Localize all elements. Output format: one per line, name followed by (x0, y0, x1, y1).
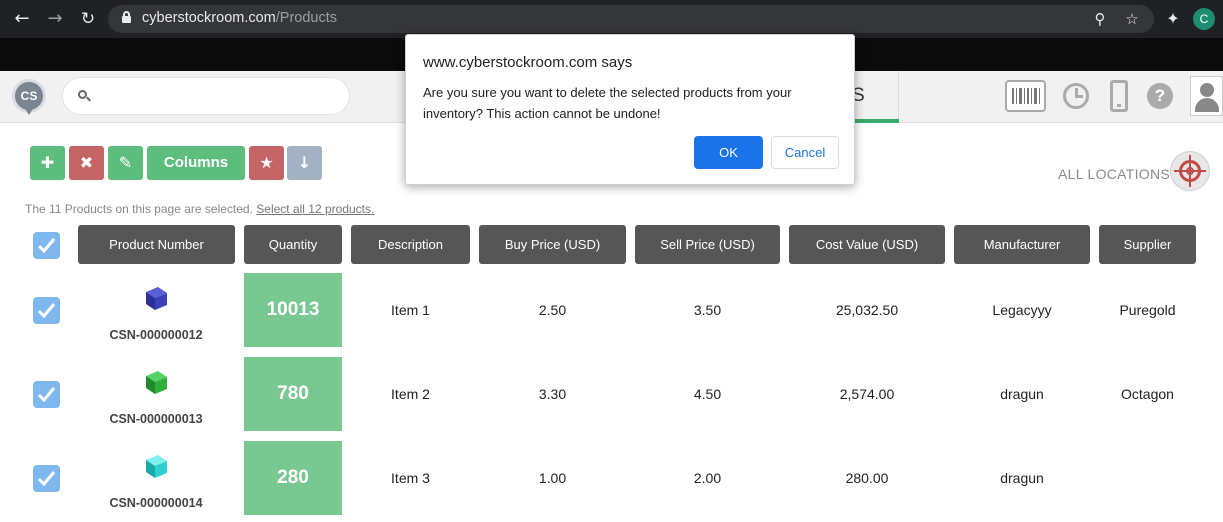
url-path: /Products (275, 10, 338, 26)
search-box[interactable] (62, 77, 350, 115)
column-header-quantity[interactable]: Quantity (244, 225, 342, 264)
column-header-description[interactable]: Description (351, 225, 470, 264)
manufacturer-cell: dragun (1000, 386, 1044, 402)
lock-icon (122, 11, 131, 23)
plus-icon: ✚ (40, 153, 55, 172)
checkmark-icon (37, 238, 56, 254)
manufacturer-cell: dragun (1000, 470, 1044, 486)
product-number[interactable]: CSN-000000013 (78, 412, 234, 426)
cost-value-cell: 25,032.50 (835, 302, 899, 318)
manufacturer-cell: Legacyyy (992, 302, 1052, 318)
back-arrow-icon[interactable]: ← (10, 7, 34, 31)
help-icon[interactable]: ? (1147, 83, 1173, 109)
row-checkbox[interactable] (33, 381, 60, 408)
product-number[interactable]: CSN-000000012 (78, 328, 234, 342)
mobile-phone-icon[interactable] (1110, 80, 1128, 112)
address-bar[interactable]: cyberstockroom.com/Products ⚲ ☆ (108, 5, 1154, 33)
edit-product-button[interactable]: ✎ (108, 146, 143, 180)
checkmark-icon (37, 303, 56, 319)
locations-filter[interactable]: ALL LOCATIONS (1058, 166, 1170, 182)
sell-price-cell: 4.50 (693, 386, 722, 402)
selection-note: The 11 Products on this page are selecte… (25, 202, 374, 216)
star-icon: ★ (259, 153, 274, 172)
description-cell: Item 3 (391, 470, 430, 486)
sell-price-cell: 3.50 (693, 302, 722, 318)
add-product-button[interactable]: ✚ (30, 146, 65, 180)
column-header-cost-value[interactable]: Cost Value (USD) (789, 225, 945, 264)
column-header-sell-price[interactable]: Sell Price (USD) (635, 225, 780, 264)
url-host: cyberstockroom.com (142, 10, 276, 26)
supplier-cell: Octagon (1121, 386, 1174, 402)
cancel-button[interactable]: Cancel (771, 136, 839, 169)
download-button[interactable]: ↓ (287, 146, 322, 180)
url-text[interactable]: cyberstockroom.com/Products (142, 10, 337, 26)
product-cube-icon (146, 455, 167, 478)
select-all-link[interactable]: Select all 12 products. (256, 202, 374, 216)
select-all-checkbox[interactable] (33, 232, 60, 259)
confirm-dialog: www.cyberstockroom.com says Are you sure… (405, 34, 855, 185)
quantity-cell[interactable]: 780 (244, 357, 342, 431)
buy-price-cell: 2.50 (538, 302, 567, 318)
column-header-supplier[interactable]: Supplier (1099, 225, 1196, 264)
buy-price-cell: 3.30 (538, 386, 567, 402)
product-cube-icon (146, 287, 167, 310)
row-checkbox[interactable] (33, 297, 60, 324)
checkmark-icon (37, 471, 56, 487)
description-cell: Item 2 (391, 386, 430, 402)
checkmark-icon (37, 387, 56, 403)
history-clock-icon[interactable] (1060, 80, 1092, 112)
arrow-down-icon: ↓ (297, 153, 312, 172)
product-number[interactable]: CSN-000000014 (78, 496, 234, 510)
browser-toolbar: ← → ↻ cyberstockroom.com/Products ⚲ ☆ ✦ … (0, 0, 1223, 38)
columns-button[interactable]: Columns (147, 146, 245, 180)
column-header-manufacturer[interactable]: Manufacturer (954, 225, 1090, 264)
delete-product-button[interactable]: ✖ (69, 146, 104, 180)
favorite-button[interactable]: ★ (249, 146, 284, 180)
pencil-icon: ✎ (118, 153, 133, 172)
extensions-puzzle-icon[interactable]: ✦ (1162, 8, 1184, 30)
buy-price-cell: 1.00 (538, 470, 567, 486)
quantity-cell[interactable]: 10013 (244, 273, 342, 347)
location-target-icon[interactable] (1170, 151, 1210, 191)
cost-value-cell: 280.00 (845, 470, 889, 486)
column-header-buy-price[interactable]: Buy Price (USD) (479, 225, 626, 264)
column-header-product-number[interactable]: Product Number (78, 225, 235, 264)
barcode-icon[interactable] (1005, 80, 1046, 112)
dialog-title: www.cyberstockroom.com says (423, 54, 633, 71)
quantity-cell[interactable]: 280 (244, 441, 342, 515)
row-checkbox[interactable] (33, 465, 60, 492)
profile-avatar[interactable]: C (1193, 8, 1215, 30)
search-input[interactable] (99, 86, 339, 106)
description-cell: Item 1 (391, 302, 430, 318)
reload-icon[interactable]: ↻ (76, 7, 100, 31)
zoom-icon[interactable]: ⚲ (1090, 9, 1110, 29)
selection-note-text: The 11 Products on this page are selecte… (25, 202, 253, 216)
dialog-message: Are you sure you want to delete the sele… (423, 85, 792, 121)
forward-arrow-icon[interactable]: → (43, 7, 67, 31)
x-icon: ✖ (79, 153, 94, 172)
product-cube-icon (146, 371, 167, 394)
supplier-cell: Puregold (1119, 302, 1176, 318)
user-account-icon[interactable] (1190, 76, 1223, 116)
search-icon (77, 87, 93, 103)
bookmark-star-icon[interactable]: ☆ (1122, 9, 1142, 29)
sell-price-cell: 2.00 (693, 470, 722, 486)
cost-value-cell: 2,574.00 (839, 386, 895, 402)
ok-button[interactable]: OK (694, 136, 763, 169)
